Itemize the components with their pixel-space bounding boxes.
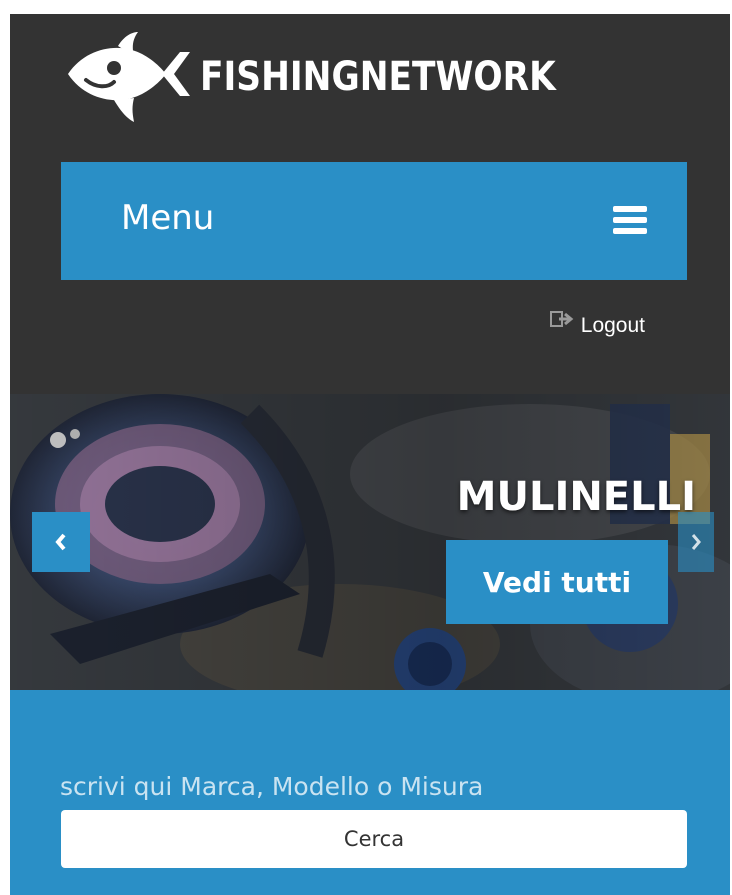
see-all-button[interactable]: Vedi tutti: [446, 540, 668, 624]
logout-link[interactable]: Logout: [549, 311, 645, 338]
page: FISHINGNETWORK Menu Logout MULINELLI Ved…: [0, 0, 732, 895]
site-logo[interactable]: FISHINGNETWORK: [62, 26, 622, 126]
logout-label: Logout: [580, 314, 645, 337]
menu-toggle-button[interactable]: Menu: [61, 162, 687, 280]
slider-prev-button[interactable]: [32, 512, 90, 572]
search-input[interactable]: [60, 764, 680, 808]
chevron-right-icon: [691, 534, 701, 550]
search-button[interactable]: Cerca: [61, 810, 687, 868]
fish-icon: [68, 32, 190, 122]
search-section: Cerca: [10, 690, 730, 895]
hero-slider: MULINELLI Vedi tutti: [10, 394, 730, 690]
site-header: FISHINGNETWORK Menu Logout: [10, 14, 730, 394]
slider-next-button[interactable]: [678, 512, 714, 572]
sign-out-icon: [549, 311, 574, 327]
logo-text: FISHINGNETWORK: [200, 54, 556, 100]
slide-title: MULINELLI: [456, 474, 696, 520]
chevron-left-icon: [55, 533, 66, 551]
menu-label: Menu: [121, 198, 215, 238]
hamburger-icon: [613, 206, 647, 234]
